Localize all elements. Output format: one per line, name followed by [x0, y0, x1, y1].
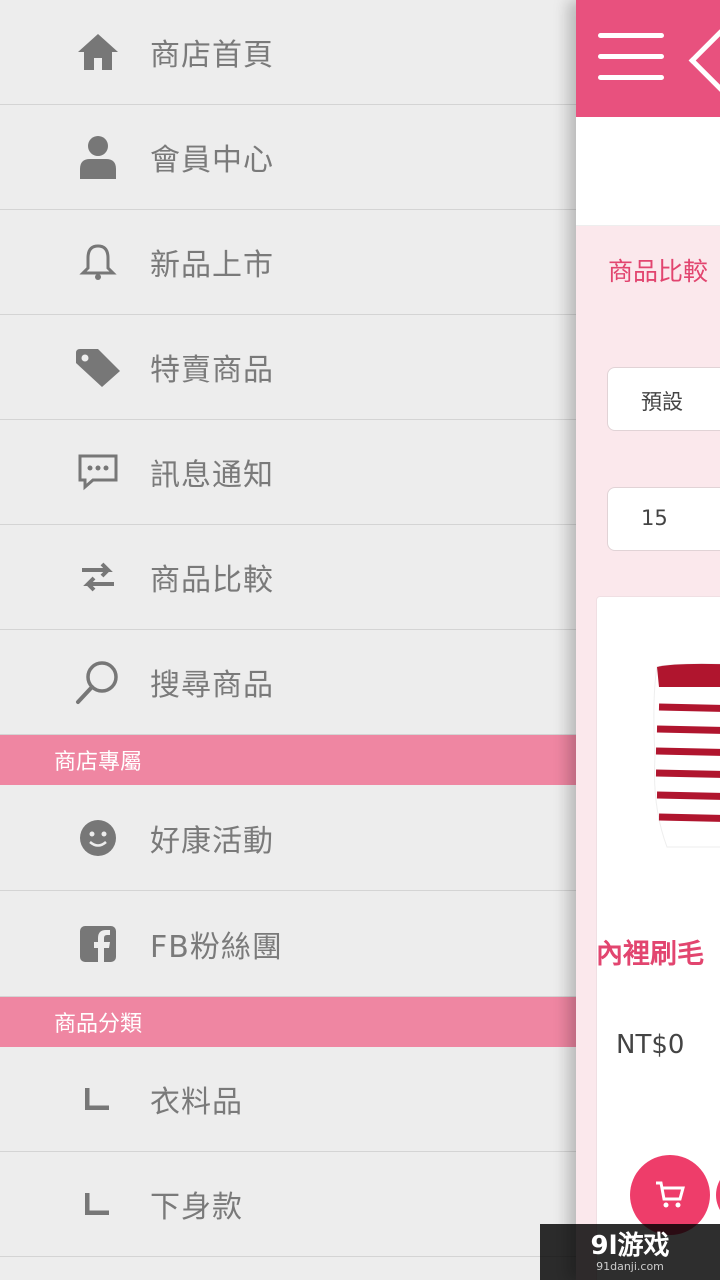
menu-item-label: 下身款: [150, 1190, 243, 1225]
section-header-store: 商店專屬: [0, 735, 576, 785]
menu-item-notifications[interactable]: 訊息通知: [0, 420, 576, 525]
menu-item-category-clothing[interactable]: 衣料品: [0, 1047, 576, 1152]
sort-select-value: 預設: [641, 390, 683, 414]
cart-icon: [656, 1181, 685, 1208]
facebook-icon: [72, 918, 124, 970]
smiley-icon: [72, 812, 124, 864]
compare-arrows-icon: [72, 551, 124, 603]
menu-item-facebook[interactable]: FB粉絲團: [0, 891, 576, 997]
user-icon: [72, 131, 124, 183]
menu-item-member[interactable]: 會員中心: [0, 105, 576, 210]
menu-item-label: 衣料品: [150, 1085, 243, 1120]
corner-icon: [72, 1178, 124, 1230]
search-icon: [72, 656, 124, 708]
menu-item-new-arrivals[interactable]: 新品上市: [0, 210, 576, 315]
section-header-category: 商品分類: [0, 997, 576, 1047]
top-app-bar: [576, 0, 720, 117]
header-strip: [576, 117, 720, 226]
menu-item-label: 商店首頁: [150, 38, 274, 73]
menu-item-label: 訊息通知: [150, 458, 274, 493]
bell-icon: [72, 236, 124, 288]
navigation-drawer: 商店首頁 會員中心 新品上市 特賣商品 訊息通知 商品比較 搜尋商品 商店專屬 …: [0, 0, 576, 1280]
hamburger-menu-icon[interactable]: [598, 33, 664, 83]
main-page: 商品比較 預設 15 內裡刷毛 NT$0: [576, 0, 720, 1280]
back-arrow-icon[interactable]: [688, 28, 720, 93]
per-page-select-value: 15: [641, 506, 668, 530]
menu-item-label: 搜尋商品: [150, 668, 274, 703]
menu-item-label: 好康活動: [150, 823, 274, 859]
sort-select[interactable]: 預設: [607, 367, 720, 431]
watermark-text: 9l游戏: [590, 1230, 670, 1261]
watermark: 9l游戏 91danji.com: [540, 1224, 720, 1280]
compare-link[interactable]: 商品比較: [608, 252, 708, 288]
menu-item-compare[interactable]: 商品比較: [0, 525, 576, 630]
menu-item-label: 商品比較: [150, 563, 274, 598]
menu-item-label: 新品上市: [150, 248, 274, 283]
chat-icon: [72, 446, 124, 498]
product-image: [653, 663, 720, 848]
menu-item-label: 特賣商品: [150, 353, 274, 388]
menu-item-category-bottoms[interactable]: 下身款: [0, 1152, 576, 1257]
tag-icon: [72, 341, 124, 393]
menu-item-home[interactable]: 商店首頁: [0, 0, 576, 105]
watermark-subtext: 91danji.com: [596, 1259, 664, 1273]
add-to-cart-button[interactable]: [630, 1155, 710, 1235]
home-icon: [72, 26, 124, 78]
menu-item-sale[interactable]: 特賣商品: [0, 315, 576, 420]
per-page-select[interactable]: 15: [607, 487, 720, 551]
product-name[interactable]: 內裡刷毛: [596, 932, 704, 971]
menu-item-search[interactable]: 搜尋商品: [0, 630, 576, 735]
menu-item-promotions[interactable]: 好康活動: [0, 785, 576, 891]
product-price: NT$0: [616, 1030, 685, 1060]
corner-icon: [72, 1073, 124, 1125]
menu-item-label: 會員中心: [150, 143, 274, 178]
menu-item-label: FB粉絲團: [150, 929, 283, 965]
